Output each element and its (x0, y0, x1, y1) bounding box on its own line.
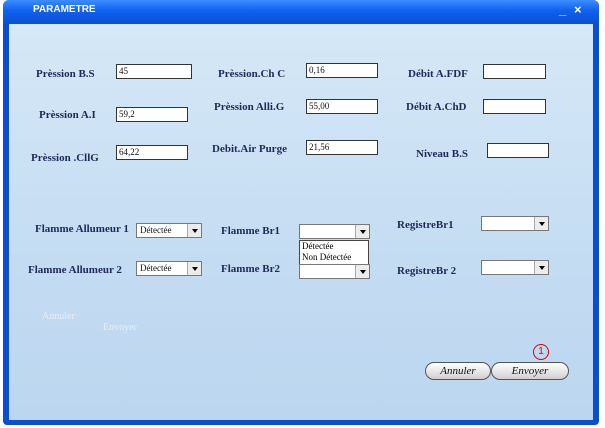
label-niveau-bs: Niveau B.S (416, 148, 468, 160)
label-pression-ai: Prèssion A.I (39, 109, 96, 121)
label-flamme-br2: Flamme Br2 (221, 263, 280, 275)
send-button[interactable]: Envoyer (491, 362, 569, 380)
option-non-detectee[interactable]: Non Détectée (300, 252, 368, 263)
cancel-button[interactable]: Annuler (425, 362, 491, 380)
flamme-br1-options-list[interactable]: Détectée Non Détectée (299, 240, 369, 266)
chevron-down-icon[interactable] (534, 261, 548, 274)
label-flamme-br1: Flamme Br1 (221, 225, 280, 237)
chevron-down-icon[interactable] (355, 225, 369, 238)
chevron-down-icon[interactable] (187, 224, 201, 237)
registre-br2-dropdown[interactable] (481, 260, 549, 275)
label-registre-br1: RegistreBr1 (397, 219, 454, 231)
pression-chc-field[interactable]: 0,16 (306, 63, 378, 78)
flamme-allumeur-2-value: Détectée (140, 263, 172, 273)
label-flamme-allumeur-1: Flamme Allumeur 1 (35, 223, 129, 235)
chevron-down-icon[interactable] (534, 217, 548, 230)
debit-afdf-field[interactable] (483, 64, 546, 79)
debit-air-purge-field[interactable]: 21,56 (306, 140, 378, 155)
parametre-window: PARAMETRE _ × Prèssion B.S 45 Prèssion A… (3, 0, 599, 425)
flamme-allumeur-1-dropdown[interactable]: Détectée (136, 223, 202, 238)
flamme-br1-dropdown[interactable] (299, 224, 370, 239)
flamme-br2-dropdown[interactable] (299, 264, 370, 279)
label-debit-afdf: Débit A.FDF (408, 68, 468, 80)
chevron-down-icon[interactable] (187, 262, 201, 275)
label-debit-air-purge: Debit.Air Purge (212, 143, 287, 155)
pression-allig-field[interactable]: 55,00 (306, 99, 378, 114)
flamme-allumeur-2-dropdown[interactable]: Détectée (136, 261, 202, 276)
label-registre-br2: RegistreBr 2 (397, 265, 457, 277)
label-pression-bs: Prèssion B.S (36, 68, 95, 80)
step-marker-badge: 1 (533, 344, 549, 360)
flamme-allumeur-1-value: Détectée (140, 225, 172, 235)
close-icon[interactable]: × (574, 2, 582, 17)
registre-br1-dropdown[interactable] (481, 216, 549, 231)
ghost-envoyer-text: Envoyer (103, 322, 137, 333)
chevron-down-icon[interactable] (355, 265, 369, 278)
label-pression-allig: Prèssion Alli.G (214, 101, 285, 113)
title-bar: PARAMETRE _ × (3, 0, 599, 24)
ghost-annuler-text: Annuler (42, 311, 75, 322)
label-pression-chc: Prèssion.Ch C (218, 68, 286, 80)
label-pression-cllg: Prèssion .CllG (31, 152, 99, 164)
niveau-bs-field[interactable] (487, 143, 549, 158)
pression-ai-field[interactable]: 59,2 (116, 107, 188, 122)
debit-achd-field[interactable] (483, 99, 546, 114)
window-title: PARAMETRE (33, 4, 96, 15)
option-detectee[interactable]: Détectée (300, 241, 368, 252)
label-flamme-allumeur-2: Flamme Allumeur 2 (28, 264, 122, 276)
pression-cllg-field[interactable]: 64,22 (116, 145, 188, 160)
pression-bs-field[interactable]: 45 (116, 64, 192, 79)
label-debit-achd: Débit A.ChD (406, 101, 467, 113)
minimize-icon[interactable]: _ (559, 2, 566, 17)
form-area: Prèssion B.S 45 Prèssion A.I 59,2 Prèssi… (9, 24, 593, 420)
